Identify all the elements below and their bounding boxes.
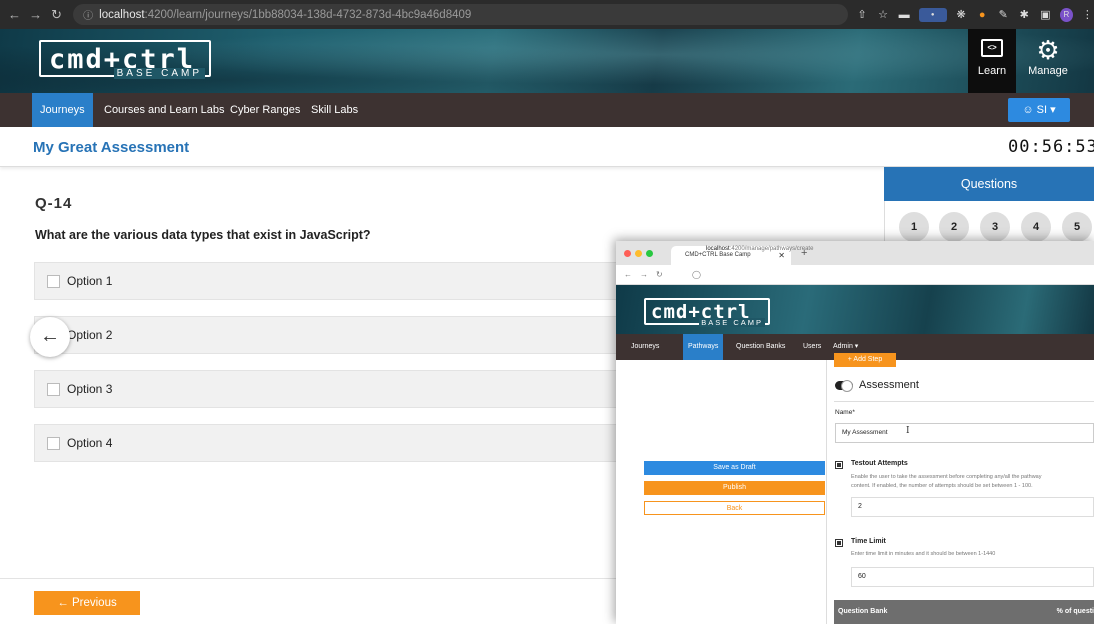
address-bar[interactable]: ⓘ localhost:4200/learn/journeys/1bb88034… — [73, 4, 848, 25]
questions-panel-title: Questions — [884, 167, 1094, 201]
star-icon[interactable]: ☆ — [877, 8, 890, 22]
url-host: localhost — [99, 8, 145, 21]
cmd-ctrl-logo[interactable]: cmd+ctrl BASE CAMP — [39, 40, 211, 79]
name-label: Name* — [835, 409, 855, 416]
option-label: Option 1 — [67, 274, 113, 288]
extension-icon[interactable]: ❋ — [955, 8, 968, 22]
option-checkbox[interactable] — [47, 275, 60, 288]
overlay-logo[interactable]: cmd+ctrl BASE CAMP — [644, 298, 770, 327]
percent-column: % of questi — [1056, 608, 1094, 615]
extension-icon[interactable]: ▬ — [898, 8, 911, 22]
option-label: Option 3 — [67, 382, 113, 396]
puzzle-icon[interactable]: ✱ — [1018, 8, 1031, 22]
divider — [834, 401, 1094, 402]
assessment-toggle[interactable] — [835, 380, 853, 392]
code-screen-icon: <> — [981, 39, 1003, 57]
pencil-icon[interactable]: ✎ — [997, 8, 1010, 22]
close-window-icon[interactable] — [624, 250, 631, 257]
time-limit-description: Enter time limit in minutes and it shoul… — [851, 551, 996, 557]
overlay-nav-pathways[interactable]: Pathways — [683, 334, 724, 360]
back-arrow-icon[interactable]: ← — [8, 7, 21, 22]
overlay-url-host: localhost — [706, 246, 730, 252]
assessment-heading: Assessment — [859, 379, 919, 391]
extension-icon[interactable]: ● — [918, 7, 947, 22]
save-draft-button[interactable]: Save as Draft — [644, 461, 825, 475]
extension-icon[interactable]: ● — [976, 8, 989, 22]
main-nav: Journeys Courses and Learn Labs Cyber Ra… — [0, 93, 1094, 127]
page-title: My Great Assessment — [33, 139, 190, 156]
forward-arrow-icon[interactable]: → — [29, 7, 42, 22]
overlay-url-path: :4200/manage/pathways/create — [729, 246, 814, 252]
nav-journeys[interactable]: Journeys — [32, 93, 93, 127]
nav-courses[interactable]: Courses and Learn Labs — [96, 93, 232, 127]
question-nav-2[interactable]: 2 — [939, 212, 969, 242]
testout-description: Enable the user to take the assessment b… — [851, 474, 1042, 480]
overlay-browser-window: CMD+CTRL Base Camp ✕ + ← → ↻ ◯ localhost… — [616, 241, 1094, 624]
add-step-button[interactable]: + Add Step — [834, 353, 896, 367]
profile-icon[interactable]: R — [1059, 7, 1073, 22]
publish-button[interactable]: Publish — [644, 481, 825, 495]
back-arrow-icon[interactable]: ← — [624, 270, 632, 279]
option-label: Option 2 — [67, 328, 113, 342]
option-checkbox[interactable] — [47, 437, 60, 450]
reload-icon[interactable]: ↻ — [50, 7, 63, 23]
browser-toolbar: ← → ↻ ⓘ localhost:4200/learn/journeys/1b… — [0, 0, 1094, 29]
nav-skill-labs[interactable]: Skill Labs — [303, 93, 366, 127]
user-menu-button[interactable]: ☺ SI ▾ — [1008, 98, 1070, 122]
question-bank-table-header: Question Bank % of questi — [834, 600, 1094, 624]
testout-label: Testout Attempts — [851, 460, 908, 467]
learn-label: Learn — [977, 65, 1007, 77]
testout-description: content. If enabled, the number of attem… — [851, 483, 1033, 489]
question-nav-5[interactable]: 5 — [1062, 212, 1092, 242]
minimize-window-icon[interactable] — [635, 250, 642, 257]
overlay-address-bar: ← → ↻ ◯ — [616, 265, 1094, 285]
attempts-input[interactable]: 2 — [851, 497, 1094, 517]
time-limit-checkbox[interactable] — [835, 539, 843, 547]
share-icon[interactable]: ⇧ — [856, 8, 869, 22]
overlay-logo-subtext: BASE CAMP — [699, 318, 765, 327]
user-initials: SI — [1036, 104, 1048, 116]
question-bank-column: Question Bank — [838, 608, 888, 615]
testout-checkbox[interactable] — [835, 461, 843, 469]
option-checkbox[interactable] — [47, 383, 60, 396]
time-limit-label: Time Limit — [851, 538, 886, 545]
shield-icon: ◯ — [692, 270, 701, 279]
overlay-nav-users[interactable]: Users — [798, 334, 826, 360]
forward-arrow-icon[interactable]: → — [640, 270, 648, 279]
info-icon[interactable]: ⓘ — [83, 7, 93, 22]
sidebar-icon[interactable]: ▣ — [1039, 8, 1052, 22]
learn-button[interactable]: <> Learn — [968, 29, 1016, 93]
maximize-window-icon[interactable] — [646, 250, 653, 257]
caret-down-icon: ▾ — [1050, 104, 1056, 116]
manage-button[interactable]: ⚙ Manage — [1018, 29, 1078, 93]
nav-cyber-ranges[interactable]: Cyber Ranges — [222, 93, 308, 127]
question-nav-4[interactable]: 4 — [1021, 212, 1051, 242]
option-label: Option 4 — [67, 436, 113, 450]
overlay-nav-question-banks[interactable]: Question Banks — [731, 334, 790, 360]
question-nav-3[interactable]: 3 — [980, 212, 1010, 242]
reload-icon[interactable]: ↻ — [656, 270, 663, 279]
back-button[interactable]: Back — [644, 501, 825, 515]
user-circle-icon: ☺ — [1022, 104, 1034, 116]
question-text: What are the various data types that exi… — [35, 228, 371, 242]
logo-subtext: BASE CAMP — [113, 68, 205, 79]
overlay-nav-journeys[interactable]: Journeys — [626, 334, 664, 360]
previous-button[interactable]: ← Previous — [34, 591, 140, 615]
tab-title: CMD+CTRL Base Camp — [685, 252, 751, 258]
countdown-timer: 00:56:53 — [1008, 137, 1094, 157]
manage-label: Manage — [1028, 65, 1068, 77]
question-number: Q-14 — [35, 195, 73, 212]
back-arrow-icon[interactable]: ← — [30, 317, 70, 357]
url-path: :4200/learn/journeys/1bb88034-138d-4732-… — [144, 8, 472, 21]
time-limit-input[interactable]: 60 — [851, 567, 1094, 587]
name-input[interactable]: My Assessment — [835, 423, 1094, 443]
text-cursor-icon: I — [906, 426, 910, 436]
menu-icon[interactable]: ⋮ — [1081, 8, 1094, 22]
overlay-column-divider — [826, 360, 827, 624]
question-nav-1[interactable]: 1 — [899, 212, 929, 242]
overlay-url[interactable]: localhost:4200/manage/pathways/create — [706, 246, 813, 252]
gear-icon: ⚙ — [1036, 35, 1060, 65]
